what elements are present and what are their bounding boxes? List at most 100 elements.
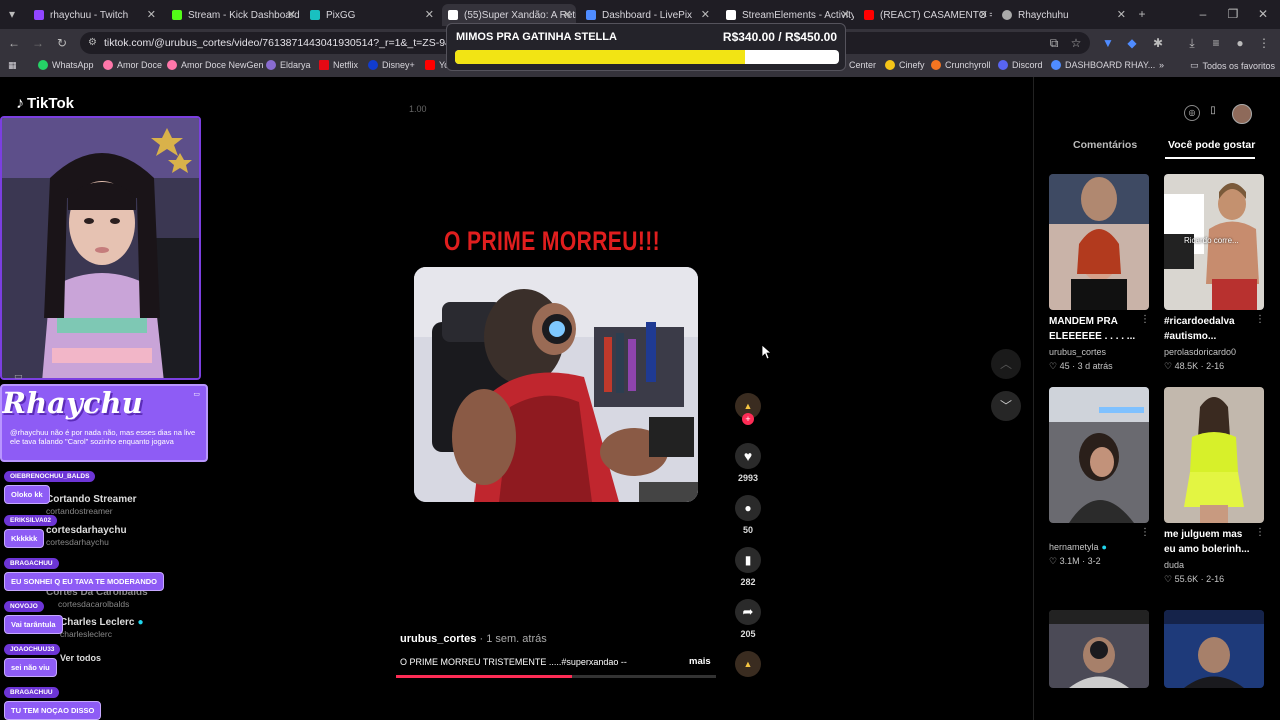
tab-kick[interactable]: Stream - Kick Dashboard ✕ [166, 4, 300, 26]
bookmark-eldarya[interactable]: Eldarya [266, 60, 311, 70]
recommendation-title[interactable]: me julguem mas eu amo bolerinh... [1164, 527, 1254, 557]
like-button[interactable]: ♥ 2993 [735, 443, 761, 483]
extensions-puzzle-icon[interactable]: ✱ [1150, 35, 1166, 51]
close-icon[interactable]: ✕ [701, 8, 710, 21]
chat-message: ERIKSILVA02 Kkkkkk [4, 515, 57, 548]
more-options-icon[interactable]: ⋮ [1140, 527, 1150, 538]
close-window-button[interactable]: ✕ [1255, 6, 1271, 22]
thumbnail-caption: Ricardo corre... [1184, 236, 1239, 245]
close-icon[interactable]: ✕ [979, 8, 988, 21]
maximize-button[interactable]: ❐ [1225, 6, 1241, 22]
comment-button[interactable]: ● 50 [735, 495, 761, 535]
install-icon[interactable]: ⧉ [1046, 35, 1062, 51]
description-more-link[interactable]: mais [689, 656, 711, 667]
close-icon[interactable]: ✕ [563, 8, 572, 21]
chat-message: JOAOCHUU33 sei não viu [4, 644, 61, 677]
close-icon[interactable]: ✕ [425, 8, 434, 21]
chevron-up-icon: ︿ [999, 357, 1012, 371]
follow-plus-icon[interactable]: + [742, 413, 754, 425]
recommendation-title[interactable]: #ricardoedalva #autismo... [1164, 314, 1254, 344]
bookmark-netflix[interactable]: Netflix [319, 60, 358, 70]
donation-goal-title: MIMOS PRA GATINHA STELLA [456, 31, 617, 43]
recommendation-thumbnail[interactable] [1164, 387, 1264, 523]
profile-avatar-icon[interactable]: ● [1232, 35, 1248, 51]
forward-icon[interactable]: → [30, 35, 46, 51]
tab-youtube[interactable]: (REACT) CASAMENTO = ✕ [858, 4, 992, 26]
next-video-button[interactable]: ﹀ [991, 391, 1021, 421]
recommendation-thumbnail[interactable] [1049, 174, 1149, 310]
bookmark-disney[interactable]: Disney+ [368, 60, 415, 70]
streamelements-icon [726, 10, 736, 20]
video-author[interactable]: urubus_cortes [400, 633, 476, 645]
netflix-icon [319, 60, 329, 70]
recommendation-author[interactable]: perolasdoricardo0 [1164, 347, 1236, 357]
bookmark-amor-doce-newgen[interactable]: Amor Doce NewGen [167, 60, 264, 70]
bookmark-center[interactable]: Center [849, 60, 876, 70]
tiktok-logo[interactable]: ♪ TikTok [16, 95, 74, 113]
close-icon[interactable]: ✕ [287, 8, 296, 21]
bookmark-amor-doce[interactable]: Amor Doce [103, 60, 162, 70]
previous-video-button[interactable]: ︿ [991, 349, 1021, 379]
more-options-icon[interactable]: ⋮ [1255, 314, 1265, 325]
verified-icon: ● [1101, 542, 1107, 552]
recommendation-author[interactable]: urubus_cortes [1049, 347, 1106, 357]
bookmark-crunchyroll[interactable]: Crunchyroll [931, 60, 991, 70]
recommendation-author[interactable]: hernametyla ● [1049, 542, 1107, 552]
tab-twitch[interactable]: rhaychuu - Twitch ✕ [28, 4, 160, 26]
more-options-icon[interactable]: ⋮ [1255, 527, 1265, 538]
close-icon[interactable]: ✕ [147, 8, 156, 21]
recommendation-thumbnail[interactable] [1049, 387, 1149, 523]
share-button[interactable]: ➦ 205 [735, 599, 761, 639]
video-player[interactable] [414, 267, 698, 502]
extension-download-icon[interactable]: ▼ [1100, 35, 1116, 51]
bookmark-discord[interactable]: Discord [998, 60, 1043, 70]
compass-icon[interactable]: ◎ [1184, 105, 1200, 121]
creator-avatar-button[interactable]: ▲ + [735, 393, 761, 425]
recommendation-title[interactable]: MANDEM PRA ELEEEEEE . . . . ... [1049, 314, 1139, 344]
extension-icon[interactable]: ◆ [1124, 35, 1140, 51]
minimize-button[interactable]: – [1195, 6, 1211, 22]
sidebar-account-name[interactable]: Charles Leclerc ● [60, 617, 144, 628]
user-avatar[interactable] [1232, 104, 1252, 124]
menu-kebab-icon[interactable]: ⋮ [1256, 35, 1272, 51]
more-options-icon[interactable]: ⋮ [1140, 314, 1150, 325]
close-icon[interactable]: ✕ [841, 8, 850, 21]
apps-grid-icon[interactable]: ▦ [8, 60, 17, 71]
video-progress-bar[interactable] [396, 675, 716, 678]
new-tab-button[interactable]: + [1134, 6, 1150, 22]
phone-icon[interactable]: ▯ [1205, 105, 1221, 121]
bookmark-dashboard-rhay[interactable]: DASHBOARD RHAY... [1051, 60, 1155, 70]
bookmarks-overflow-icon[interactable]: » [1159, 60, 1164, 70]
recommendation-meta: ♡ 55.6K · 2-16 [1164, 574, 1225, 584]
thumbnail-image [1049, 174, 1149, 310]
bookmark-cinefy[interactable]: Cinefy [885, 60, 925, 70]
recommendation-author[interactable]: duda [1164, 560, 1184, 570]
bookmark-whatsapp[interactable]: WhatsApp [38, 60, 94, 70]
music-disc-button[interactable]: ▲ [735, 651, 761, 677]
close-icon[interactable]: ✕ [1117, 8, 1126, 21]
tab-related[interactable]: Você pode gostar [1168, 139, 1255, 151]
save-button[interactable]: ▮ 282 [735, 547, 761, 587]
dashboard-icon [1051, 60, 1061, 70]
youtube-icon [864, 10, 874, 20]
thumbnail-image [1164, 387, 1264, 523]
media-icon[interactable]: ≡ [1208, 35, 1224, 51]
tab-rhaychuhu[interactable]: Rhaychuhu ✕ [996, 4, 1130, 26]
tab-search-icon[interactable]: ▾ [4, 6, 20, 22]
downloads-icon[interactable]: ⤓ [1184, 35, 1200, 51]
sidebar-see-all[interactable]: Ver todos [60, 653, 101, 663]
recommendation-thumbnail[interactable]: Ricardo corre... [1164, 174, 1264, 310]
sidebar-account-name[interactable]: cortesdarhaychu [46, 525, 127, 536]
playback-speed[interactable]: 1.00 [409, 104, 427, 114]
tab-pixgg[interactable]: PixGG ✕ [304, 4, 438, 26]
recommendation-thumbnail[interactable] [1164, 610, 1264, 688]
site-info-icon[interactable]: ⚙ [88, 32, 97, 54]
back-icon[interactable]: ← [6, 35, 22, 51]
amor-doce-icon [103, 60, 113, 70]
tab-comments[interactable]: Comentários [1073, 139, 1137, 151]
bookmark-all-folder[interactable]: ▭ Todos os favoritos [1190, 60, 1275, 71]
bookmark-star-icon[interactable]: ☆ [1068, 35, 1084, 51]
thumbnail-image [1164, 610, 1264, 688]
reload-icon[interactable]: ↻ [54, 35, 70, 51]
recommendation-thumbnail[interactable] [1049, 610, 1149, 688]
